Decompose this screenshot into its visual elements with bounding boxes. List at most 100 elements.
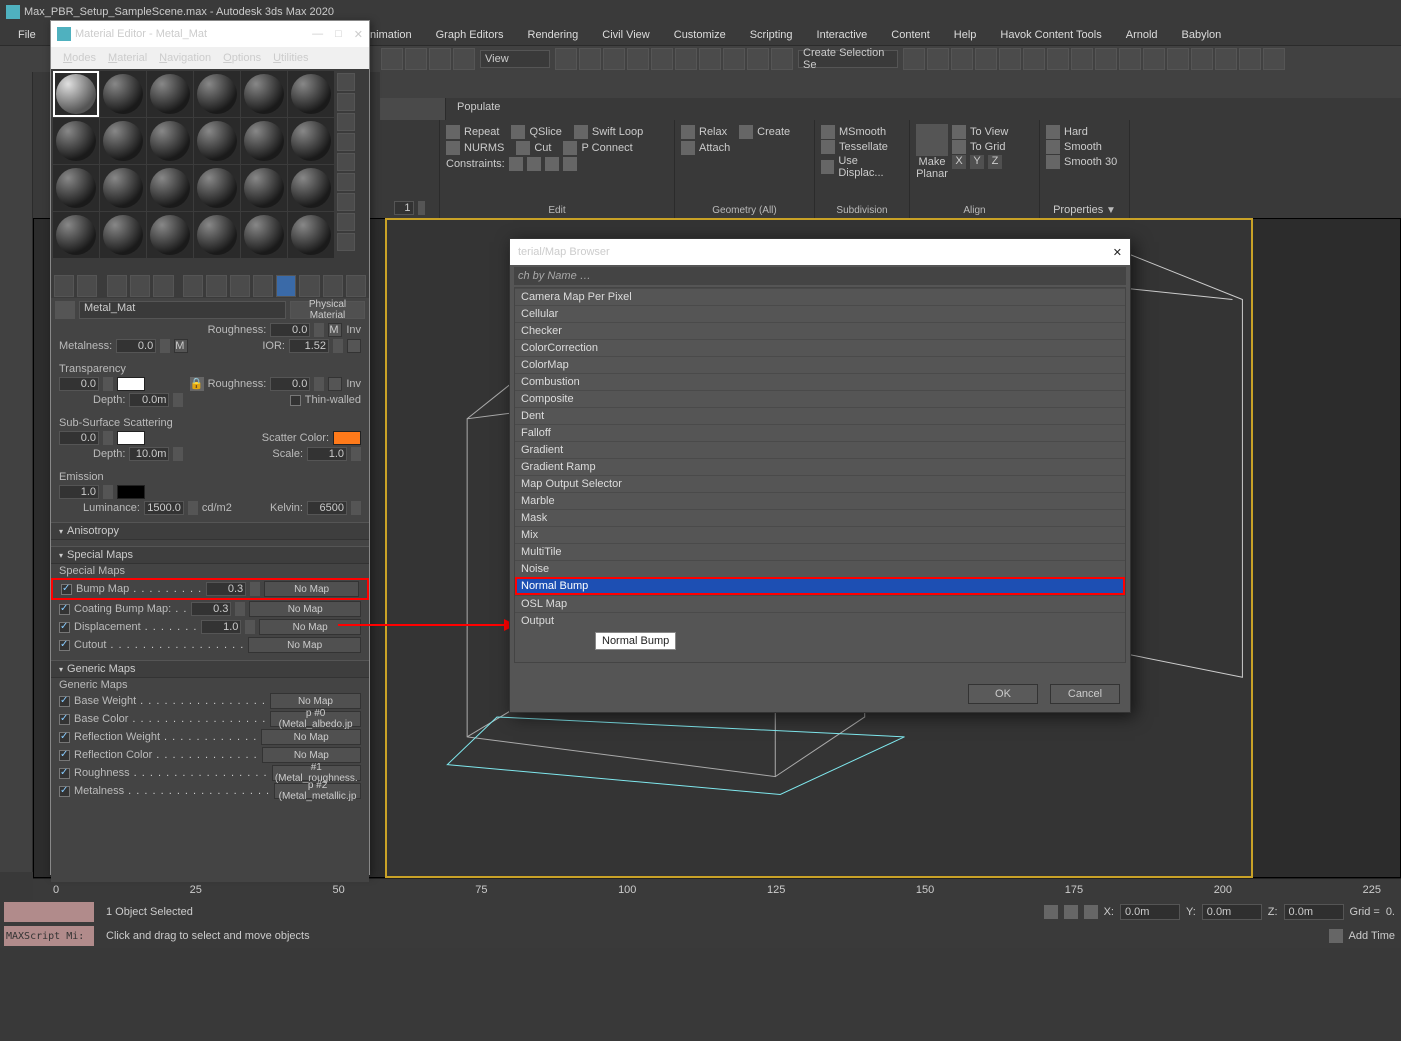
- sample-slot-21[interactable]: [194, 212, 240, 258]
- mmb-item-combustion[interactable]: Combustion: [515, 373, 1125, 390]
- mmb-search-input[interactable]: ch by Name …: [514, 267, 1126, 285]
- layer-button[interactable]: [951, 48, 973, 70]
- togrid-button[interactable]: To Grid: [952, 140, 1008, 154]
- thinwalled-checkbox[interactable]: [290, 395, 301, 406]
- material-name-input[interactable]: Metal_Mat: [79, 301, 286, 319]
- usedisplace-button[interactable]: Use Displac...: [821, 155, 903, 179]
- material-type-button[interactable]: Physical Material: [290, 301, 365, 319]
- preview-button[interactable]: [337, 173, 355, 191]
- sample-slot-18[interactable]: [53, 212, 99, 258]
- align-z-button[interactable]: Z: [988, 155, 1002, 169]
- go-sibling-button[interactable]: [346, 275, 366, 297]
- disp-map-slot[interactable]: No Map: [259, 619, 361, 635]
- sample-slot-23[interactable]: [288, 212, 334, 258]
- align-x-button[interactable]: X: [952, 155, 966, 169]
- mmb-item-camera-map-per-pixel[interactable]: Camera Map Per Pixel: [515, 288, 1125, 305]
- redo-button[interactable]: [405, 48, 427, 70]
- tool-c[interactable]: [1167, 48, 1189, 70]
- baseweight-checkbox[interactable]: [59, 696, 70, 707]
- link-button[interactable]: [429, 48, 451, 70]
- sample-slot-8[interactable]: [147, 118, 193, 164]
- toview-button[interactable]: To View: [952, 125, 1008, 139]
- trans-rough-spinner[interactable]: 0.0: [270, 377, 310, 391]
- pconnect-button[interactable]: P Connect: [563, 141, 632, 155]
- mmb-item-output[interactable]: Output: [515, 612, 1125, 629]
- menu-interactive[interactable]: Interactive: [805, 29, 880, 41]
- assign-to-sel-button[interactable]: [107, 275, 127, 297]
- mmb-item-gradient-ramp[interactable]: Gradient Ramp: [515, 458, 1125, 475]
- tool-g[interactable]: [1263, 48, 1285, 70]
- show-shaded-button[interactable]: [276, 275, 296, 297]
- sample-slot-11[interactable]: [288, 118, 334, 164]
- mmb-item-marble[interactable]: Marble: [515, 492, 1125, 509]
- sample-slot-5[interactable]: [288, 71, 334, 117]
- menu-rendering[interactable]: Rendering: [516, 29, 591, 41]
- mmb-item-dent[interactable]: Dent: [515, 407, 1125, 424]
- luminance-spinner[interactable]: 1500.0: [144, 501, 184, 515]
- msmooth-button[interactable]: MSmooth: [821, 125, 903, 139]
- align-button[interactable]: [927, 48, 949, 70]
- render-frame-button[interactable]: [1071, 48, 1093, 70]
- sample-slot-17[interactable]: [288, 165, 334, 211]
- sample-slot-16[interactable]: [241, 165, 287, 211]
- maxscript-listener[interactable]: MAXScript Mi:: [4, 926, 94, 946]
- sample-slot-4[interactable]: [241, 71, 287, 117]
- reflcolor-checkbox[interactable]: [59, 750, 70, 761]
- get-material-button[interactable]: [54, 275, 74, 297]
- select-place-button[interactable]: [651, 48, 673, 70]
- matid-button[interactable]: [337, 233, 355, 251]
- mmb-item-falloff[interactable]: Falloff: [515, 424, 1125, 441]
- smooth-button[interactable]: Smooth: [1046, 140, 1123, 154]
- trans-color[interactable]: [117, 377, 145, 391]
- mmb-item-normal-bump[interactable]: Normal Bump: [515, 577, 1125, 595]
- basecolor-checkbox[interactable]: [59, 714, 70, 725]
- ref-coord-dropdown[interactable]: View: [480, 50, 550, 68]
- menu-babylon[interactable]: Babylon: [1170, 29, 1234, 41]
- emission-spinner[interactable]: 1.0: [59, 485, 99, 499]
- sss-color[interactable]: [117, 431, 145, 445]
- align-y-button[interactable]: Y: [970, 155, 984, 169]
- mmb-item-noise[interactable]: Noise: [515, 560, 1125, 577]
- sample-slot-1[interactable]: [100, 71, 146, 117]
- y-input[interactable]: 0.0m: [1202, 904, 1262, 920]
- metalmap-slot[interactable]: p #2 (Metal_metallic.jp: [274, 783, 361, 799]
- show-in-vp-button[interactable]: [253, 275, 273, 297]
- roughness-map-button[interactable]: M: [328, 323, 342, 337]
- isolate-icon[interactable]: [1044, 905, 1058, 919]
- mmb-item-checker[interactable]: Checker: [515, 322, 1125, 339]
- mmb-close-button[interactable]: ✕: [1113, 246, 1122, 259]
- video-check-button[interactable]: [337, 153, 355, 171]
- menu-help[interactable]: Help: [942, 29, 989, 41]
- tool-b[interactable]: [1143, 48, 1165, 70]
- coatbump-checkbox[interactable]: [59, 604, 70, 615]
- percent-snap-button[interactable]: [723, 48, 745, 70]
- render-button[interactable]: [1095, 48, 1117, 70]
- scatter-color[interactable]: [333, 431, 361, 445]
- reset-button[interactable]: [130, 275, 150, 297]
- me-menu-material[interactable]: Material: [102, 52, 153, 64]
- reflweight-checkbox[interactable]: [59, 732, 70, 743]
- put-to-lib-button[interactable]: [206, 275, 226, 297]
- constraint-edge[interactable]: [527, 157, 541, 171]
- tool-e[interactable]: [1215, 48, 1237, 70]
- me-menu-utilities[interactable]: Utilities: [267, 52, 314, 64]
- roughmap-checkbox[interactable]: [59, 768, 70, 779]
- spinner-snap-button[interactable]: [747, 48, 769, 70]
- unlink-button[interactable]: [453, 48, 475, 70]
- attach-button[interactable]: Attach: [681, 141, 808, 155]
- mmb-titlebar[interactable]: terial/Map Browser ✕: [510, 239, 1130, 265]
- tessellate-button[interactable]: Tessellate: [821, 140, 903, 154]
- menu-customize[interactable]: Customize: [662, 29, 738, 41]
- bump-checkbox[interactable]: [61, 584, 72, 595]
- kelvin-spinner[interactable]: 6500: [307, 501, 347, 515]
- menu-civilview[interactable]: Civil View: [590, 29, 661, 41]
- repeat-button[interactable]: Repeat: [446, 125, 499, 139]
- smooth30-button[interactable]: Smooth 30: [1046, 155, 1123, 169]
- mmb-item-map-output-selector[interactable]: Map Output Selector: [515, 475, 1125, 492]
- sss-spinner[interactable]: 0.0: [59, 431, 99, 445]
- trans-depth-spinner[interactable]: 0.0m: [129, 393, 169, 407]
- menu-file[interactable]: File: [6, 29, 48, 41]
- mmb-item-mask[interactable]: Mask: [515, 509, 1125, 526]
- mmb-item-mix[interactable]: Mix: [515, 526, 1125, 543]
- sample-slot-7[interactable]: [100, 118, 146, 164]
